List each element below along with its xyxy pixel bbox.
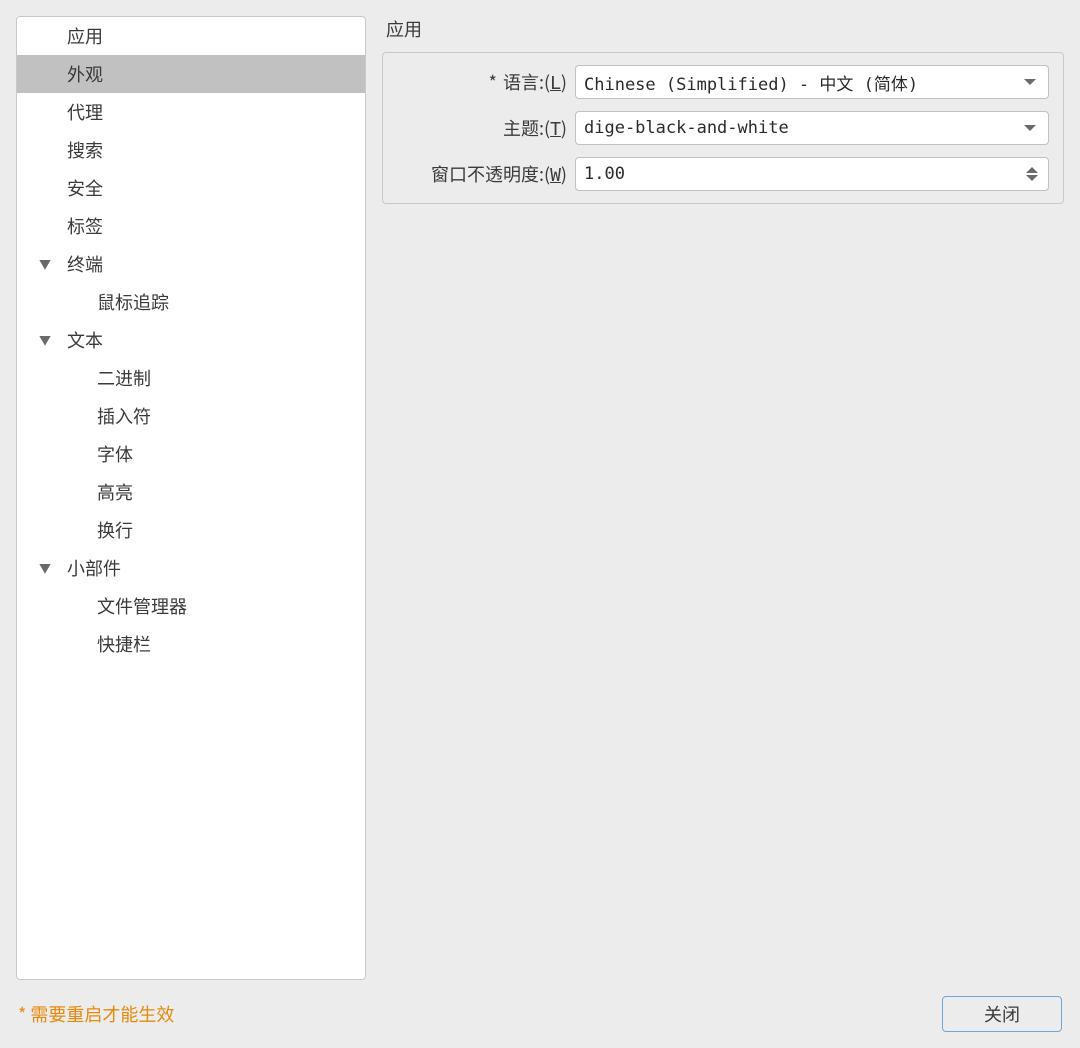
theme-label-text: 主题:( [503, 115, 550, 141]
sidebar-item[interactable]: ▼ 终端 [17, 245, 365, 283]
sidebar-item-label: 应用 [67, 23, 103, 49]
opacity-label-text: 窗口不透明度:( [431, 161, 550, 187]
sidebar-item-label: 文件管理器 [97, 593, 187, 619]
sidebar-item-label: 插入符 [97, 403, 151, 429]
sidebar-item[interactable]: 二进制 [17, 359, 365, 397]
sidebar-item-label: 代理 [67, 99, 103, 125]
language-label-suffix: ) [561, 69, 567, 95]
close-button[interactable]: 关闭 [942, 996, 1062, 1032]
restart-note: * 需要重启才能生效 [18, 1001, 174, 1027]
chevron-down-icon [1024, 79, 1036, 85]
sidebar-item-label: 字体 [97, 441, 133, 467]
sidebar-item[interactable]: 快捷栏 [17, 625, 365, 663]
sidebar-item-label: 安全 [67, 175, 103, 201]
theme-label: 主题:(T) [397, 115, 567, 141]
opacity-label-suffix: ) [561, 161, 567, 187]
sidebar-item-label: 终端 [67, 251, 103, 277]
sidebar-item-label: 标签 [67, 213, 103, 239]
sidebar-item-label: 文本 [67, 327, 103, 353]
sidebar-item[interactable]: ▼ 小部件 [17, 549, 365, 587]
required-asterisk: * [489, 69, 501, 95]
opacity-mnemonic: W [550, 165, 561, 186]
theme-value: dige-black-and-white [584, 118, 1024, 138]
theme-label-suffix: ) [561, 115, 567, 141]
theme-mnemonic: T [550, 119, 561, 140]
sidebar-item[interactable]: 搜索 [17, 131, 365, 169]
sidebar-item[interactable]: 插入符 [17, 397, 365, 435]
sidebar-item[interactable]: 字体 [17, 435, 365, 473]
opacity-spinbox[interactable]: 1.00 [575, 157, 1049, 191]
language-row: * 语言:(L) Chinese (Simplified) - 中文 (简体) [397, 65, 1049, 99]
sidebar-item-label: 小部件 [67, 555, 121, 581]
appearance-panel: * 语言:(L) Chinese (Simplified) - 中文 (简体) … [382, 52, 1064, 204]
spin-buttons [1026, 167, 1040, 181]
language-label-text: 语言:( [503, 69, 550, 95]
sidebar-item[interactable]: 代理 [17, 93, 365, 131]
language-value: Chinese (Simplified) - 中文 (简体) [584, 70, 1024, 95]
opacity-row: 窗口不透明度:(W) 1.00 [397, 157, 1049, 191]
content-pane: 应用 * 语言:(L) Chinese (Simplified) - 中文 (简… [382, 16, 1064, 980]
sidebar-item[interactable]: 外观 [17, 55, 365, 93]
sidebar-item[interactable]: 换行 [17, 511, 365, 549]
settings-tree: 应用外观代理搜索安全标签 ▼ 终端鼠标追踪 ▼ 文本二进制插入符字体高亮换行 ▼ 小部件文件… [17, 17, 365, 663]
expander-open-icon[interactable]: ▼ [37, 256, 53, 272]
spin-up-icon[interactable] [1026, 167, 1038, 173]
sidebar-item[interactable]: 应用 [17, 17, 365, 55]
footer: * 需要重启才能生效 关闭 [0, 988, 1080, 1048]
chevron-down-icon [1024, 125, 1036, 131]
sidebar-item[interactable]: ▼ 文本 [17, 321, 365, 359]
sidebar-item[interactable]: 标签 [17, 207, 365, 245]
content-title: 应用 [382, 16, 1064, 52]
spin-down-icon[interactable] [1026, 175, 1038, 181]
opacity-label: 窗口不透明度:(W) [397, 161, 567, 187]
sidebar-item-label: 快捷栏 [97, 631, 151, 657]
language-combobox[interactable]: Chinese (Simplified) - 中文 (简体) [575, 65, 1049, 99]
expander-open-icon[interactable]: ▼ [37, 560, 53, 576]
sidebar-item[interactable]: 文件管理器 [17, 587, 365, 625]
restart-note-text: 需要重启才能生效 [30, 1001, 174, 1027]
restart-asterisk: * [18, 1001, 26, 1027]
sidebar-item[interactable]: 安全 [17, 169, 365, 207]
sidebar-item-label: 二进制 [97, 365, 151, 391]
theme-combobox[interactable]: dige-black-and-white [575, 111, 1049, 145]
sidebar-item[interactable]: 鼠标追踪 [17, 283, 365, 321]
settings-sidebar: 应用外观代理搜索安全标签 ▼ 终端鼠标追踪 ▼ 文本二进制插入符字体高亮换行 ▼ 小部件文件… [16, 16, 366, 980]
theme-row: 主题:(T) dige-black-and-white [397, 111, 1049, 145]
language-label: * 语言:(L) [397, 69, 567, 95]
sidebar-item[interactable]: 高亮 [17, 473, 365, 511]
opacity-value: 1.00 [584, 164, 1026, 184]
sidebar-item-label: 外观 [67, 61, 103, 87]
sidebar-item-label: 高亮 [97, 479, 133, 505]
expander-open-icon[interactable]: ▼ [37, 332, 53, 348]
sidebar-item-label: 换行 [97, 517, 133, 543]
language-mnemonic: L [550, 73, 561, 94]
sidebar-item-label: 搜索 [67, 137, 103, 163]
sidebar-item-label: 鼠标追踪 [97, 289, 169, 315]
